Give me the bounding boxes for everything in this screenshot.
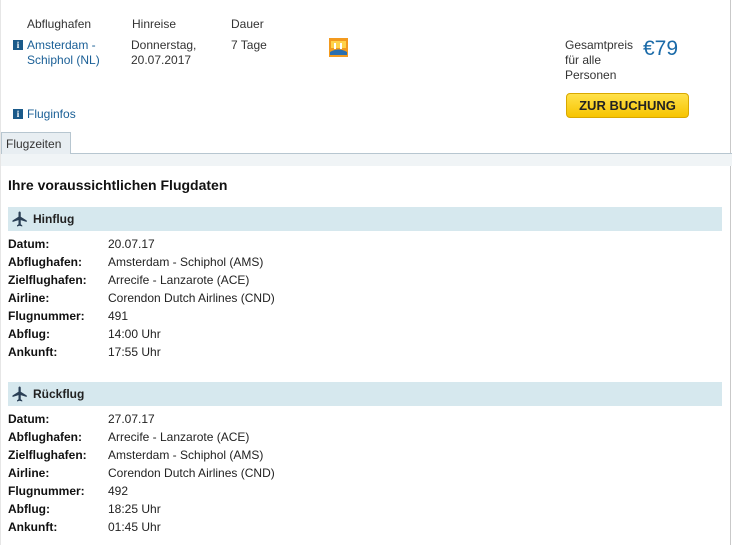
return-flight-number-value: 492: [108, 484, 129, 498]
outbound-departure-airport-label: Abflughafen:: [8, 255, 82, 269]
tour-operator-logo-icon: [329, 38, 348, 57]
outbound-section-bar: Hinflug: [8, 207, 722, 231]
price-label-line1: Gesamtpreis: [565, 38, 634, 52]
outbound-arrival-time-value: 17:55 Uhr: [108, 345, 161, 359]
outbound-date-value: 20.07.17: [108, 237, 155, 251]
outbound-departure-time-value: 14:00 Uhr: [108, 327, 161, 341]
outbound-airline-value: Corendon Dutch Airlines (CND): [108, 291, 275, 305]
header-departure-airport: Abflughafen: [27, 17, 92, 31]
outbound-arrival-time-label: Ankunft:: [8, 345, 58, 359]
header-duration: Dauer: [231, 17, 264, 31]
return-flight-number-label: Flugnummer:: [8, 484, 85, 498]
header-outbound: Hinreise: [132, 17, 177, 31]
return-airline-label: Airline:: [8, 466, 50, 480]
info-icon[interactable]: i: [13, 40, 23, 50]
outbound-airline-label: Airline:: [8, 291, 50, 305]
airport-line1: Amsterdam -: [27, 38, 96, 52]
flight-details-panel: Abflughafen Hinreise Dauer i Amsterdam -…: [0, 0, 732, 545]
return-title: Rückflug: [33, 387, 85, 401]
return-arrival-time-value: 01:45 Uhr: [108, 520, 161, 534]
tab-content-header: [1, 154, 732, 166]
section-title: Ihre voraussichtlichen Flugdaten: [8, 177, 228, 193]
return-section-bar: Rückflug: [8, 382, 722, 406]
return-date-value: 27.07.17: [108, 412, 155, 426]
info-icon[interactable]: i: [13, 109, 23, 119]
flight-info-link[interactable]: Fluginfos: [27, 107, 76, 122]
tab-strip: [1, 131, 732, 154]
outbound-destination-airport-label: Zielflughafen:: [8, 273, 87, 287]
return-airline-value: Corendon Dutch Airlines (CND): [108, 466, 275, 480]
return-destination-airport-label: Zielflughafen:: [8, 448, 87, 462]
return-arrival-time-label: Ankunft:: [8, 520, 58, 534]
return-departure-time-label: Abflug:: [8, 502, 50, 516]
total-price: €79: [643, 37, 679, 60]
book-button[interactable]: ZUR BUCHUNG: [566, 93, 689, 118]
airplane-icon: [12, 211, 27, 227]
return-departure-airport-label: Abflughafen:: [8, 430, 82, 444]
date-line2: 20.07.2017: [131, 53, 192, 67]
outbound-flight-number-value: 491: [108, 309, 129, 323]
outbound-title: Hinflug: [33, 212, 75, 226]
outbound-destination-airport-value: Arrecife - Lanzarote (ACE): [108, 273, 250, 287]
outbound-date-label: Datum:: [8, 237, 50, 251]
tab-flight-times[interactable]: Flugzeiten: [1, 132, 71, 154]
price-label-line2: für alle: [565, 53, 602, 67]
return-departure-time-value: 18:25 Uhr: [108, 502, 161, 516]
airport-line2: Schiphol (NL): [27, 53, 100, 67]
trip-duration: 7 Tage: [231, 38, 267, 52]
outbound-departure-time-label: Abflug:: [8, 327, 50, 341]
return-departure-airport-value: Arrecife - Lanzarote (ACE): [108, 430, 250, 444]
return-destination-airport-value: Amsterdam - Schiphol (AMS): [108, 448, 264, 462]
return-date-label: Datum:: [8, 412, 50, 426]
outbound-departure-airport-value: Amsterdam - Schiphol (AMS): [108, 255, 264, 269]
outbound-date: Donnerstag, 20.07.2017: [131, 38, 196, 68]
total-price-label: Gesamtpreis für alle Personen: [565, 38, 645, 83]
airplane-icon: [12, 386, 27, 402]
departure-airport-link[interactable]: Amsterdam - Schiphol (NL): [27, 38, 100, 68]
outbound-flight-number-label: Flugnummer:: [8, 309, 85, 323]
price-label-line3: Personen: [565, 68, 617, 82]
date-line1: Donnerstag,: [131, 38, 197, 52]
